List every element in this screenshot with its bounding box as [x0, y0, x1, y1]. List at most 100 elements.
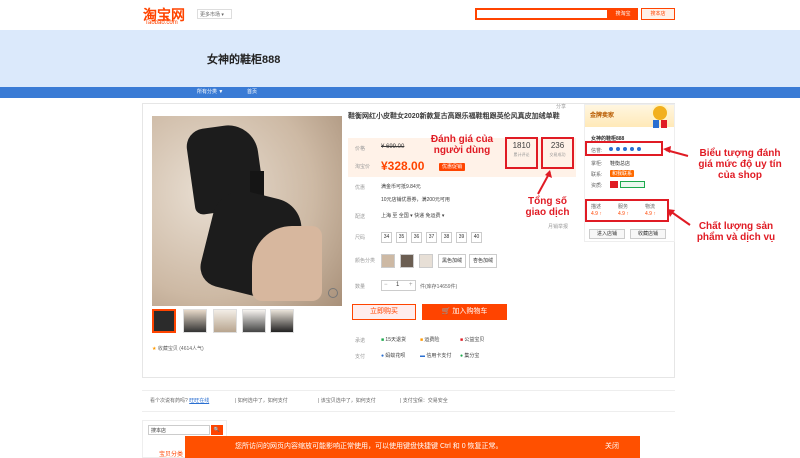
shop-search-input[interactable]: 搜本店	[148, 425, 210, 435]
add-to-cart-label: 加入购物车	[452, 308, 488, 315]
annotation-arrow	[537, 170, 552, 195]
seller-name[interactable]: 鞋衡总店	[610, 160, 630, 167]
delivery-select[interactable]: 上海 至 全国 ▾ 快递 免运费 ▾	[381, 212, 444, 219]
favorite-link[interactable]: ★ 收藏宝贝 (4614人气)	[152, 345, 204, 352]
service-insurance-label: 运费险	[424, 337, 440, 343]
nav-all-categories[interactable]: 所有分类 ▼	[197, 87, 223, 98]
size-option[interactable]: 37	[426, 232, 437, 243]
pay-jifenbao-label: 集分宝	[464, 353, 480, 359]
zoom-notice-text: 您所访问的网页内容缩放可能影响正常使用，可以使用键盘快捷键 Ctrl 和 0 恢…	[235, 443, 503, 450]
service-insurance: ■ 运费险	[420, 337, 440, 343]
contact-label: 联系:	[591, 172, 603, 178]
service-charity: ■ 公益宝贝	[460, 337, 485, 343]
stock-text: 件(库存14659件)	[420, 284, 458, 290]
color-swatch[interactable]	[400, 254, 414, 268]
favorite-shop-button[interactable]: 收藏店铺	[630, 229, 666, 239]
tip-1-link[interactable]: 旺旺在线	[189, 398, 209, 404]
qty-value: 1	[396, 282, 400, 288]
size-option[interactable]: 34	[381, 232, 392, 243]
size-option[interactable]: 39	[456, 232, 467, 243]
tip-2[interactable]: | 如何选中了，如何支付	[235, 397, 288, 404]
thumbnail[interactable]	[213, 309, 237, 333]
pay-huabei-label: 蚂蚁花呗	[385, 353, 406, 359]
share-link[interactable]: 分享	[556, 103, 566, 110]
pay-huabei: ● 蚂蚁花呗	[381, 353, 406, 359]
service-returns-label: 15天退货	[385, 337, 406, 343]
pay-creditcard: ▬ 信用卡支付	[420, 353, 452, 359]
report-link[interactable]: 月销举报	[548, 223, 568, 230]
medal-ribbon-icon	[661, 120, 667, 128]
original-price: ¥ 699.00	[381, 144, 405, 150]
nav-home[interactable]: 首页	[247, 87, 257, 98]
coupon-label: 优惠	[355, 185, 366, 191]
pay-jifenbao: ● 集分宝	[460, 353, 480, 359]
size-option[interactable]: 35	[396, 232, 407, 243]
medal-ribbon-icon	[653, 120, 659, 128]
shop-nav: 所有分类 ▼ 首页	[0, 87, 800, 98]
zoom-notice-bar: 您所访问的网页内容缩放可能影响正常使用，可以使用键盘快捷键 Ctrl 和 0 恢…	[185, 436, 640, 458]
service-returns: ■ 15天退货	[381, 337, 406, 343]
zoom-notice-close[interactable]: 关闭	[605, 436, 619, 458]
annotation-arrow	[663, 146, 689, 157]
thumbnail[interactable]	[270, 309, 294, 333]
promo-badge: 优惠促销	[439, 163, 465, 171]
promo-price-label: 淘宝价	[355, 164, 371, 170]
plus-icon[interactable]: +	[409, 282, 413, 288]
annotation-arrow	[667, 209, 691, 226]
add-to-cart-button[interactable]: 🛒 加入购物车	[422, 304, 507, 320]
reviews-highlight	[505, 137, 538, 169]
shop-search-button[interactable]: 🔍	[211, 425, 223, 435]
pay-label: 支付	[355, 354, 366, 360]
buy-now-button[interactable]: 立即购买	[352, 304, 416, 320]
thumbnail[interactable]	[183, 309, 207, 333]
search-shop-button[interactable]: 搜本店	[641, 8, 675, 20]
size-label: 尺码	[355, 235, 366, 241]
qualify-license-icon[interactable]	[620, 181, 645, 188]
tip-3[interactable]: | 该宝贝选中了，如何支付	[318, 397, 376, 404]
product-image[interactable]	[152, 116, 342, 306]
seller-label: 掌柜:	[591, 161, 603, 167]
color-swatch[interactable]	[381, 254, 395, 268]
thumbnail[interactable]	[152, 309, 176, 333]
shop-category-link[interactable]: 宝贝分类	[159, 449, 183, 458]
annotation-quality: Chất lượng sản phẩm và dịch vụ	[696, 221, 776, 243]
zoom-icon[interactable]	[328, 288, 338, 298]
qualify-label: 资质:	[591, 183, 603, 189]
coupon-text: 满金币可抵9.84元	[381, 184, 421, 190]
shop-name[interactable]: 女神的鞋柜888	[207, 51, 280, 67]
quantity-stepper[interactable]: − 1 +	[381, 280, 416, 291]
thumbnail[interactable]	[242, 309, 266, 333]
price-label: 价格	[355, 146, 366, 152]
size-option[interactable]: 38	[441, 232, 452, 243]
color-option-apricot[interactable]: 杏色加绒	[469, 254, 497, 268]
color-option-black[interactable]: 黑色加绒	[438, 254, 466, 268]
service-charity-label: 公益宝贝	[464, 337, 485, 343]
tip-4[interactable]: | 支付宝保：交易安全	[400, 397, 448, 404]
search-input[interactable]	[475, 8, 609, 20]
tip-1: 看个次说有药吗? 旺旺在线	[150, 397, 209, 404]
credit-highlight	[585, 141, 663, 156]
star-icon: ★	[152, 346, 157, 352]
qualify-badge-icon	[610, 181, 618, 188]
color-label: 颜色分类	[355, 258, 376, 264]
region-select[interactable]: 更多市场 ▾	[197, 9, 232, 19]
gold-seller-label: 金牌卖家	[590, 113, 615, 119]
enter-shop-button[interactable]: 进入店铺	[589, 229, 625, 239]
annotation-sales: Tổng số giao dịch	[525, 196, 570, 218]
favorite-label: 收藏宝贝 (4614人气)	[157, 346, 204, 352]
minus-icon[interactable]: −	[384, 282, 388, 288]
shop-banner	[0, 30, 800, 87]
color-swatch[interactable]	[419, 254, 433, 268]
top-bar: 淘宝网 Taobao.com 更多市场 ▾ 搜淘宝 搜本店	[0, 0, 800, 30]
coupon-text-2[interactable]: 10元店铺优惠券，满200元可用	[381, 196, 450, 203]
size-option[interactable]: 40	[471, 232, 482, 243]
contact-button[interactable]: 和我联系	[610, 170, 635, 177]
size-option[interactable]: 36	[411, 232, 422, 243]
product-title: 鞋衡网红小皮鞋女2020新款复古高跟乐福鞋粗跟英伦风真皮加绒单鞋	[348, 113, 560, 120]
search-taobao-button[interactable]: 搜淘宝	[608, 8, 638, 20]
promo-price: ¥328.00	[381, 159, 425, 173]
taobao-logo-subtitle: Taobao.com	[145, 20, 178, 26]
delivery-label: 配送	[355, 214, 366, 220]
service-label: 承诺	[355, 338, 366, 344]
pay-creditcard-label: 信用卡支付	[426, 353, 452, 359]
